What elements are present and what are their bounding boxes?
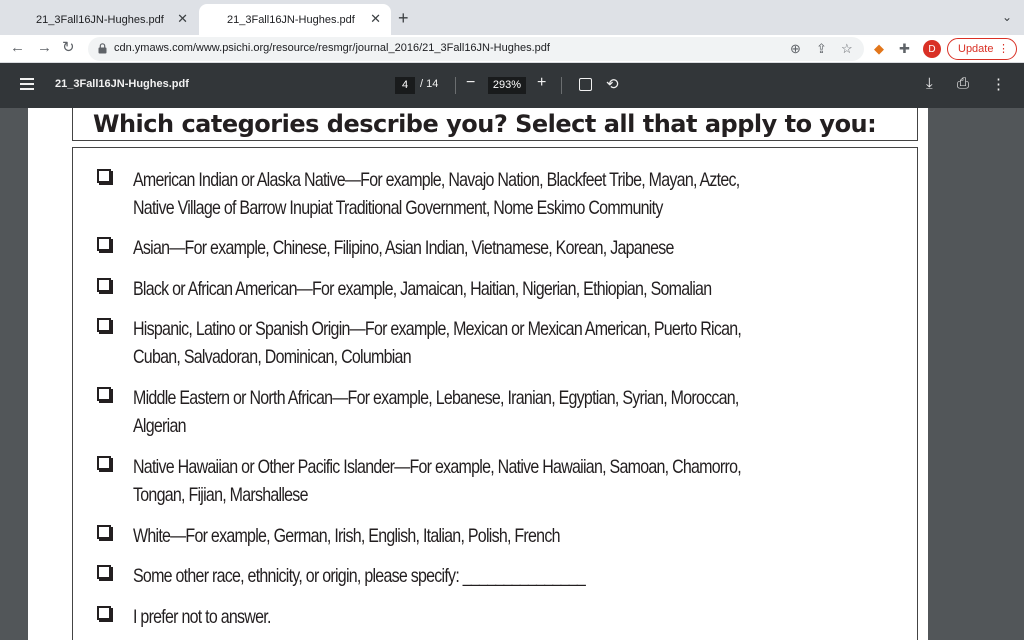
- avatar-initial: D: [928, 43, 936, 55]
- fit-to-page-icon[interactable]: [579, 78, 592, 91]
- extensions-puzzle-icon[interactable]: ✚: [899, 40, 910, 58]
- option-line: Algerian: [133, 415, 187, 437]
- option-text: White—For example, German, Irish, Englis…: [133, 522, 871, 550]
- pdf-toolbar: 21_3Fall16JN-Hughes.pdf 4 / 14 − 293% + …: [0, 63, 1024, 108]
- more-vertical-icon: ⋮: [998, 43, 1009, 55]
- option-line: Middle Eastern or North African—For exam…: [133, 387, 739, 409]
- close-icon[interactable]: ✕: [370, 12, 381, 26]
- new-tab-icon[interactable]: +: [398, 8, 409, 28]
- page-number-input[interactable]: 4: [395, 77, 415, 94]
- question-heading: Which categories describe you? Select al…: [93, 110, 877, 138]
- question-heading-box: Which categories describe you? Select al…: [72, 108, 918, 141]
- option-line: Asian—For example, Chinese, Filipino, As…: [133, 237, 674, 259]
- checkbox-icon: [97, 387, 111, 401]
- option-line: White—For example, German, Irish, Englis…: [133, 525, 560, 547]
- address-bar[interactable]: cdn.ymaws.com/www.psichi.org/resource/re…: [88, 37, 864, 61]
- pdf-page: Which categories describe you? Select al…: [28, 108, 928, 640]
- url-text: cdn.ymaws.com/www.psichi.org/resource/re…: [114, 42, 550, 54]
- lock-icon: [98, 43, 107, 54]
- option-line: Some other race, ethnicity, or origin, p…: [133, 565, 586, 587]
- rotate-icon[interactable]: ⟲: [606, 75, 619, 93]
- option-line: American Indian or Alaska Native—For exa…: [133, 169, 740, 191]
- option-text: Some other race, ethnicity, or origin, p…: [133, 562, 871, 590]
- divider: [561, 77, 562, 94]
- option-line: Hispanic, Latino or Spanish Origin—For e…: [133, 318, 742, 340]
- browser-toolbar: ← → ↻ cdn.ymaws.com/www.psichi.org/resou…: [0, 35, 1024, 63]
- checkbox-icon: [97, 169, 111, 183]
- checkbox-icon: [97, 318, 111, 332]
- zoom-icon[interactable]: ⊕: [790, 41, 801, 57]
- option-line: Cuban, Salvadoran, Dominican, Columbian: [133, 346, 412, 368]
- page-total: / 14: [420, 78, 439, 90]
- menu-icon[interactable]: [20, 78, 34, 90]
- metamask-extension-icon[interactable]: ◆: [874, 40, 884, 58]
- chevron-down-icon[interactable]: ⌄: [1002, 10, 1012, 24]
- checkbox-icon: [97, 456, 111, 470]
- zoom-out-icon[interactable]: −: [466, 74, 475, 92]
- option-text: Native Hawaiian or Other Pacific Islande…: [133, 453, 871, 509]
- pdf-viewport[interactable]: Which categories describe you? Select al…: [0, 108, 1024, 640]
- bookmark-star-icon[interactable]: ☆: [841, 41, 853, 57]
- checkbox-icon: [97, 606, 111, 620]
- option-text: Black or African American—For example, J…: [133, 275, 871, 303]
- options-box: American Indian or Alaska Native—For exa…: [72, 147, 918, 640]
- checkbox-icon: [97, 237, 111, 251]
- tab-title: 21_3Fall16JN-Hughes.pdf: [227, 13, 355, 26]
- reload-icon[interactable]: ↻: [62, 39, 75, 57]
- option-line: Tongan, Fijian, Marshallese: [133, 484, 308, 506]
- download-icon[interactable]: ⤓: [926, 75, 933, 92]
- checkbox-icon: [97, 525, 111, 539]
- tab-pdf-1[interactable]: 21_3Fall16JN-Hughes.pdf ✕: [8, 4, 198, 35]
- option-line: Native Hawaiian or Other Pacific Islande…: [133, 456, 742, 478]
- option-text: Hispanic, Latino or Spanish Origin—For e…: [133, 315, 871, 371]
- option-line: Black or African American—For example, J…: [133, 278, 712, 300]
- pdf-title: 21_3Fall16JN-Hughes.pdf: [55, 78, 189, 90]
- share-icon[interactable]: ⇪: [816, 41, 827, 57]
- back-icon[interactable]: ←: [10, 39, 25, 57]
- checkbox-icon: [97, 565, 111, 579]
- more-vertical-icon[interactable]: ⋮: [991, 75, 1006, 93]
- close-icon[interactable]: ✕: [177, 12, 188, 26]
- option-text: American Indian or Alaska Native—For exa…: [133, 166, 871, 222]
- option-line: Native Village of Barrow Inupiat Traditi…: [133, 197, 663, 219]
- avatar[interactable]: D: [923, 40, 941, 58]
- option-text: Asian—For example, Chinese, Filipino, As…: [133, 234, 871, 262]
- forward-icon[interactable]: →: [37, 39, 52, 57]
- option-line: I prefer not to answer.: [133, 606, 271, 628]
- divider: [455, 77, 456, 94]
- update-label: Update: [958, 43, 994, 55]
- update-button[interactable]: Update ⋮: [947, 38, 1017, 60]
- zoom-level-input[interactable]: 293%: [488, 77, 526, 94]
- option-text: I prefer not to answer.: [133, 603, 871, 631]
- option-text: Middle Eastern or North African—For exam…: [133, 384, 871, 440]
- tab-strip: 21_3Fall16JN-Hughes.pdf ✕ 21_3Fall16JN-H…: [0, 0, 1024, 35]
- tab-pdf-2[interactable]: 21_3Fall16JN-Hughes.pdf ✕: [199, 4, 391, 35]
- zoom-in-icon[interactable]: +: [537, 74, 546, 92]
- checkbox-icon: [97, 278, 111, 292]
- print-icon[interactable]: ⎙: [957, 75, 969, 92]
- tab-title: 21_3Fall16JN-Hughes.pdf: [36, 13, 164, 26]
